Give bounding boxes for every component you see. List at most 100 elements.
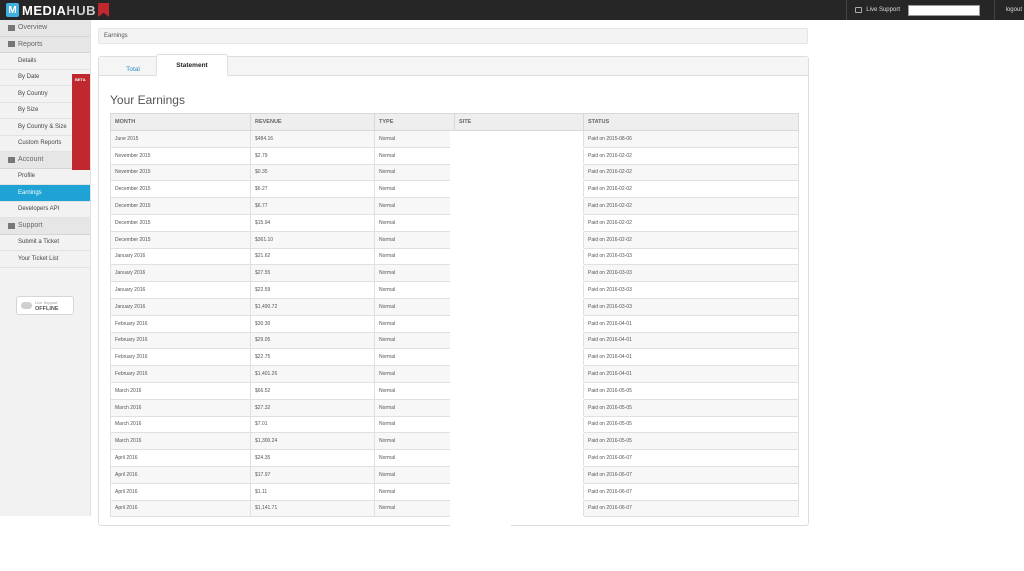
- sidebar-item-details[interactable]: Details: [0, 53, 90, 70]
- cell-type: Normal: [374, 465, 455, 484]
- top-right-controls: Live Support logout: [846, 0, 1024, 20]
- cell-status: Paid on 2016-02-02: [583, 180, 799, 199]
- sidebar-reports-header[interactable]: Reports: [0, 36, 90, 53]
- cell-type: Normal: [374, 230, 455, 249]
- cell-revenue: $1,300.24: [250, 432, 375, 451]
- cell-type: Normal: [374, 213, 455, 232]
- logo-hub: HUB: [66, 2, 97, 18]
- cell-month: March 2016: [110, 415, 251, 434]
- cell-month: March 2016: [110, 381, 251, 400]
- column-header-type[interactable]: TYPE: [374, 113, 455, 131]
- sidebar-overview-label: Overview: [18, 24, 48, 32]
- cell-type: Normal: [374, 146, 455, 165]
- mediahub-logo[interactable]: M MEDIAHUB: [6, 1, 110, 19]
- table-header-row: MONTH REVENUE TYPE SITE STATUS: [110, 113, 799, 131]
- cell-status: Paid on 2016-05-05: [583, 398, 799, 417]
- cell-revenue: $24.35: [250, 449, 375, 467]
- cell-status: Paid on 2016-06-07: [583, 465, 799, 484]
- page-title: Your Earnings: [110, 93, 185, 107]
- sidebar-account-label: Account: [18, 156, 44, 164]
- logout-link[interactable]: logout: [994, 0, 1024, 20]
- cell-revenue: $361.10: [250, 230, 375, 249]
- cell-type: Normal: [374, 432, 455, 451]
- cell-revenue: $1,401.26: [250, 365, 375, 383]
- cell-month: April 2016: [110, 499, 251, 518]
- sidebar-item-profile[interactable]: Profile: [0, 169, 90, 185]
- megaphone-icon: [8, 222, 15, 229]
- cell-type: Normal: [374, 331, 455, 350]
- cell-status: Paid on 2016-04-01: [583, 365, 799, 383]
- cell-month: March 2016: [110, 432, 251, 451]
- cell-status: Paid on 2016-02-02: [583, 163, 799, 182]
- cell-status: Paid on 2016-02-02: [583, 197, 799, 215]
- cell-status: Paid on 2016-06-07: [583, 449, 799, 467]
- cell-revenue: $1.11: [250, 482, 375, 501]
- column-header-month[interactable]: MONTH: [110, 113, 251, 131]
- tab-statement[interactable]: Statement: [156, 54, 228, 76]
- cell-type: Normal: [374, 314, 455, 333]
- cell-revenue: $484.16: [250, 130, 375, 148]
- gears-icon: [8, 156, 15, 163]
- cell-status: Paid on 2016-02-02: [583, 230, 799, 249]
- sidebar-support-label: Support: [18, 222, 43, 230]
- column-header-status[interactable]: STATUS: [583, 113, 799, 131]
- cell-type: Normal: [374, 348, 455, 367]
- column-header-site[interactable]: SITE: [454, 113, 584, 131]
- cell-month: February 2016: [110, 365, 251, 383]
- cell-type: Normal: [374, 482, 455, 501]
- earnings-panel: Total Statement Your Earnings MONTH REVE…: [98, 54, 809, 571]
- cell-type: Normal: [374, 130, 455, 148]
- cell-status: Paid on 2016-04-01: [583, 314, 799, 333]
- cell-revenue: $66.52: [250, 381, 375, 400]
- sidebar-item-ticket-list[interactable]: Your Ticket List: [0, 251, 90, 268]
- cell-status: Paid on 2016-03-03: [583, 281, 799, 299]
- cell-status: Paid on 2016-03-03: [583, 264, 799, 283]
- top-search-input[interactable]: [908, 4, 980, 16]
- cell-month: December 2015: [110, 213, 251, 232]
- cell-type: Normal: [374, 499, 455, 518]
- cell-status: Paid on 2016-06-07: [583, 482, 799, 501]
- cell-revenue: $6.77: [250, 197, 375, 215]
- cell-type: Normal: [374, 449, 455, 467]
- cell-month: February 2016: [110, 314, 251, 333]
- cell-revenue: $22.59: [250, 281, 375, 299]
- cell-type: Normal: [374, 163, 455, 182]
- cell-status: Paid on 2016-02-02: [583, 213, 799, 232]
- cell-revenue: $27.32: [250, 398, 375, 417]
- cell-status: Paid on 2016-02-02: [583, 146, 799, 165]
- cell-month: March 2016: [110, 398, 251, 417]
- top-bar: M MEDIAHUB Live Support logout: [0, 0, 1024, 20]
- cell-type: Normal: [374, 398, 455, 417]
- column-header-revenue[interactable]: REVENUE: [250, 113, 375, 131]
- cell-month: February 2016: [110, 348, 251, 367]
- cell-month: January 2016: [110, 297, 251, 316]
- cell-revenue: $21.62: [250, 247, 375, 266]
- redacted-site-column: [450, 131, 511, 571]
- overview-icon: [8, 24, 15, 31]
- cell-status: Paid on 2016-05-05: [583, 415, 799, 434]
- cell-status: Paid on 2016-06-07: [583, 499, 799, 518]
- sidebar-item-earnings[interactable]: Earnings: [0, 185, 90, 202]
- live-support-link[interactable]: Live Support: [846, 0, 908, 20]
- logo-badge-icon: M: [6, 3, 19, 17]
- tab-total[interactable]: Total: [113, 59, 153, 79]
- sidebar-item-submit-ticket[interactable]: Submit a Ticket: [0, 235, 90, 251]
- sidebar-item-developers-api[interactable]: Developers API: [0, 202, 90, 218]
- cell-type: Normal: [374, 281, 455, 299]
- sidebar-reports-label: Reports: [18, 40, 43, 48]
- logo-media: MEDIA: [22, 2, 67, 18]
- live-support-status-button[interactable]: Live Support OFFLINE: [16, 296, 74, 315]
- sidebar-overview[interactable]: Overview: [0, 20, 90, 37]
- cell-revenue: $6.27: [250, 180, 375, 199]
- cell-month: January 2016: [110, 281, 251, 299]
- cell-revenue: $17.97: [250, 465, 375, 484]
- cell-revenue: $1,141.71: [250, 499, 375, 518]
- cell-status: Paid on 2016-04-01: [583, 348, 799, 367]
- offline-status: OFFLINE: [35, 305, 59, 312]
- beta-ribbon: BETA: [72, 74, 90, 170]
- cell-type: Normal: [374, 180, 455, 199]
- cell-month: December 2015: [110, 197, 251, 215]
- cell-month: April 2016: [110, 465, 251, 484]
- cell-month: November 2015: [110, 163, 251, 182]
- sidebar-support-header[interactable]: Support: [0, 218, 90, 235]
